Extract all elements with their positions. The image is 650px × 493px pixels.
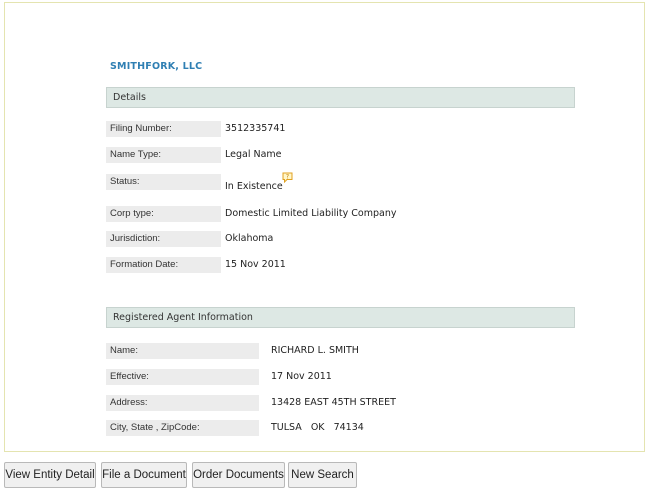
agent-name-value: RICHARD L. SMITH	[271, 345, 359, 356]
jurisdiction-value: Oklahoma	[225, 233, 274, 244]
entity-name: SMITHFORK, LLC	[110, 61, 203, 72]
agent-name-label: Name:	[106, 343, 259, 359]
name-type-value: Legal Name	[225, 149, 282, 160]
order-documents-button[interactable]: Order Documents	[192, 462, 285, 488]
jurisdiction-label: Jurisdiction:	[106, 231, 221, 247]
agent-address-value: 13428 EAST 45TH STREET	[271, 397, 396, 408]
formation-date-value: 15 Nov 2011	[225, 259, 286, 270]
status-label: Status:	[106, 174, 221, 190]
new-search-button[interactable]: New Search	[288, 462, 357, 488]
view-entity-detail-button[interactable]: View Entity Detail	[4, 462, 96, 488]
filing-number-value: 3512335741	[225, 123, 286, 134]
agent-city-state-zip-label: City, State , ZipCode:	[106, 420, 259, 436]
name-type-label: Name Type:	[106, 147, 221, 163]
formation-date-label: Formation Date:	[106, 257, 221, 273]
note-icon[interactable]: ?	[282, 172, 293, 183]
corp-type-value: Domestic Limited Liability Company	[225, 208, 397, 219]
corp-type-label: Corp type:	[106, 206, 221, 222]
agent-address-label: Address:	[106, 395, 259, 411]
agent-city-state-zip-value: TULSA OK 74134	[271, 422, 364, 433]
svg-text:?: ?	[286, 174, 289, 181]
agent-section-header: Registered Agent Information	[106, 307, 575, 328]
agent-effective-label: Effective:	[106, 369, 259, 385]
filing-number-label: Filing Number:	[106, 121, 221, 137]
status-value: In Existence	[225, 181, 283, 192]
details-section-header: Details	[106, 87, 575, 108]
agent-effective-value: 17 Nov 2011	[271, 371, 332, 382]
file-document-button[interactable]: File a Document	[101, 462, 187, 488]
